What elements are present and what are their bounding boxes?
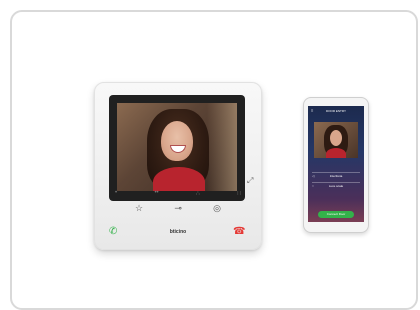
- app-row-label: Luce scale: [328, 184, 344, 188]
- app-row-stair-light[interactable]: ○ Luce scale: [312, 182, 360, 189]
- app-row-label: Interfonia: [329, 174, 343, 178]
- monitor-video-feed: [117, 103, 237, 191]
- smartphone: ≡ DOOR ENTRY ◁ Interfonia ○ Luce scale C…: [303, 97, 369, 233]
- smartphone-screen: ≡ DOOR ENTRY ◁ Interfonia ○ Luce scale C…: [308, 106, 364, 222]
- app-title: DOOR ENTRY: [326, 109, 346, 113]
- product-card: ⤢ • •• ∴ ∷ ☆ ⊸ ◎ ✆ bticino ☎ ≡ DOOR ENTR…: [10, 10, 418, 310]
- connect-door-button[interactable]: Connect Door: [318, 211, 354, 218]
- indicator-dot: ••: [154, 190, 159, 196]
- video-intercom-monitor: ⤢ • •• ∴ ∷ ☆ ⊸ ◎ ✆ bticino ☎: [94, 82, 262, 250]
- monitor-screen-bezel: [109, 95, 245, 201]
- app-row-intercom[interactable]: ◁ Interfonia: [312, 172, 360, 179]
- monitor-keys: ☆ ⊸ ◎: [135, 203, 221, 214]
- indicator-dot: •: [115, 190, 118, 196]
- key-icon[interactable]: ⊸: [174, 203, 182, 214]
- phone-hangup-icon[interactable]: ☎: [233, 226, 245, 237]
- indicator-dots: • •• ∴ ∷: [115, 190, 241, 197]
- visitor-face: [330, 130, 342, 146]
- visitor-face: [161, 121, 193, 161]
- indicator-dot: ∴: [196, 191, 200, 197]
- indicator-dot: ∷: [237, 191, 241, 197]
- visitor-shirt: [326, 148, 346, 158]
- visitor-shirt: [153, 167, 205, 191]
- brand-logo: bticino: [169, 229, 187, 235]
- phone-answer-icon[interactable]: ✆: [109, 226, 119, 237]
- eye-icon[interactable]: ◎: [213, 203, 221, 214]
- background-light: [207, 103, 237, 191]
- app-video-feed: [314, 122, 358, 158]
- star-icon[interactable]: ☆: [135, 203, 143, 214]
- link-icon[interactable]: ⤢: [247, 176, 253, 186]
